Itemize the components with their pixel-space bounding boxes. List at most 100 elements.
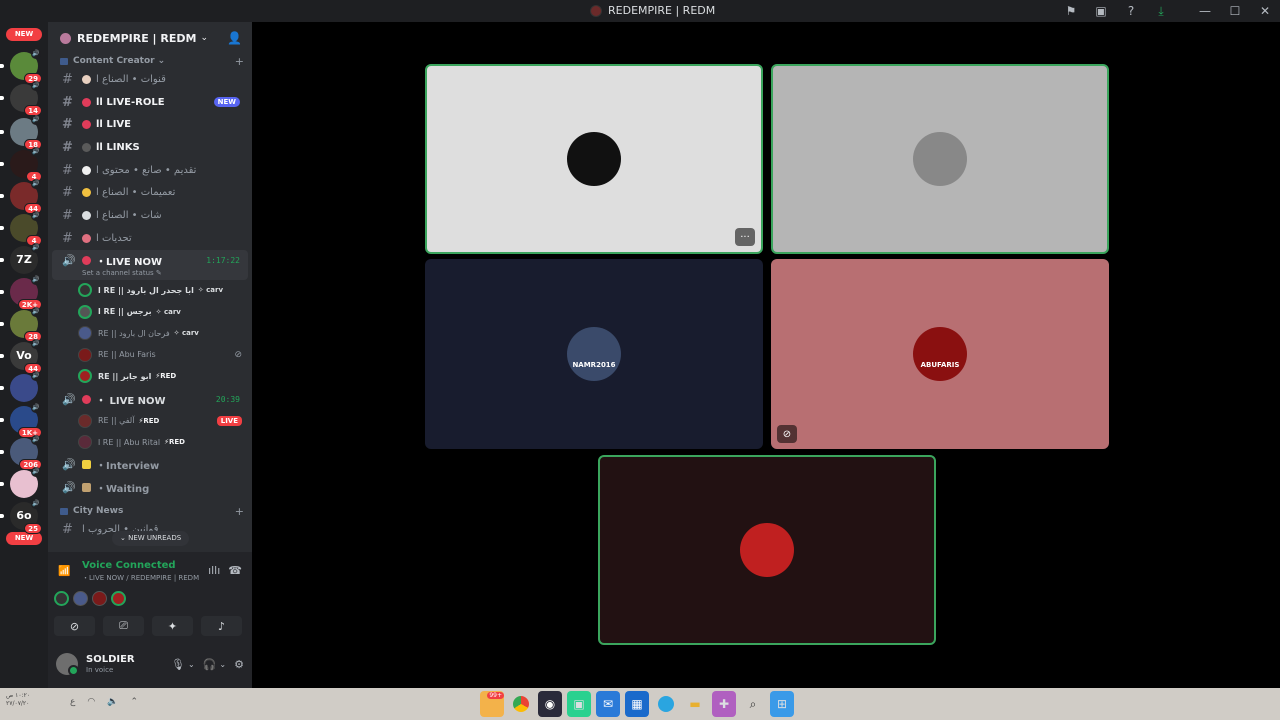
server-badge-icon <box>60 32 71 44</box>
more-options-icon[interactable]: ··· <box>735 228 755 246</box>
server-icon[interactable]: 7Z 🔊 <box>10 243 41 274</box>
app-icon-purple[interactable]: ✚ <box>712 691 736 717</box>
avatar[interactable] <box>73 591 88 606</box>
add-channel-icon[interactable]: + <box>235 505 244 518</box>
minimize-icon[interactable]: — <box>1190 0 1220 22</box>
voice-channel-label: ・LIVE NOW <box>96 256 163 268</box>
download-icon[interactable]: ⤓ <box>1146 0 1176 22</box>
volume-icon[interactable]: 🔈 <box>107 697 118 707</box>
server-icon[interactable]: 29 🔊 <box>10 49 42 84</box>
voice-channel-live-now-2[interactable]: 🔊 ・ LIVE NOW 20:39 <box>52 389 248 410</box>
voice-channel-live-now[interactable]: 🔊 ・LIVE NOW 1:17:22 Set a channel status… <box>52 249 248 280</box>
speaker-icon: 🔊 <box>62 253 76 267</box>
server-icon[interactable]: 4 🔊 <box>10 211 42 246</box>
noise-suppression-icon[interactable]: ıllı <box>208 564 220 577</box>
participant-tile[interactable] <box>598 455 936 645</box>
chevron-down-icon[interactable]: ⌄ <box>188 660 195 669</box>
channel-item[interactable]: # تعميمات • الصناع ا <box>52 181 248 204</box>
channel-item[interactable]: # اا LINKS <box>52 136 248 159</box>
participant-tile[interactable]: ··· <box>425 64 763 254</box>
language-icon[interactable]: ع <box>70 697 75 707</box>
calculator-icon[interactable]: ▦ <box>625 691 649 717</box>
gear-icon[interactable]: ⚙ <box>234 658 244 671</box>
voice-channel[interactable]: 🔊 ・Waiting <box>52 476 248 499</box>
channel-item[interactable]: # قنوات • الصناع ا <box>52 68 248 91</box>
participant-tile[interactable] <box>771 64 1109 254</box>
channel-status[interactable]: Set a channel status ✎ <box>82 269 240 277</box>
chevron-down-icon: ⌄ <box>200 33 208 43</box>
help-icon[interactable]: ? <box>1116 0 1146 22</box>
add-member-icon[interactable]: 👤 <box>227 31 242 45</box>
server-icon[interactable]: 206 🔊 <box>10 435 42 470</box>
add-channel-icon[interactable]: + <box>235 55 244 68</box>
server-icon[interactable]: 🔊 <box>10 467 41 498</box>
voice-connected-subtitle[interactable]: ・LIVE NOW / REDEMPIRE | REDM <box>82 573 200 583</box>
voice-user[interactable]: RE || آلفي ⚡RED LIVE <box>48 410 252 432</box>
inbox-icon[interactable]: ▣ <box>1086 0 1116 22</box>
maximize-icon[interactable]: ☐ <box>1220 0 1250 22</box>
participant-tile[interactable]: NAMR2016 <box>425 259 763 449</box>
server-name: REDEMPIRE | REDM <box>77 31 197 45</box>
channel-item[interactable]: # اا LIVE-ROLE NEW <box>52 91 248 114</box>
avatar[interactable] <box>111 591 126 606</box>
app-icon-green[interactable]: ▣ <box>567 691 591 717</box>
microphone-icon[interactable]: 🎙 <box>171 658 185 671</box>
chevron-down-icon[interactable]: ⌄ <box>219 660 226 669</box>
voice-user[interactable]: ا RE || Abu Rital ⚡RED <box>48 432 252 454</box>
search-icon[interactable]: ⌕ <box>741 691 765 717</box>
camera-off-button[interactable]: ⊘ <box>54 616 95 636</box>
folder-icon[interactable]: ▬ <box>683 691 707 717</box>
avatar[interactable] <box>92 591 107 606</box>
hash-icon: # <box>62 230 73 246</box>
server-icon[interactable]: 18 🔊 <box>10 115 42 150</box>
server-icon[interactable]: 44 🔊 <box>10 179 42 214</box>
channel-item[interactable]: # اا LIVE <box>52 113 248 136</box>
voice-user[interactable]: RE || ابو جابر ⚡RED <box>48 366 252 388</box>
category-header-city-news[interactable]: City News + <box>48 504 252 518</box>
voice-connected-title[interactable]: Voice Connected <box>82 560 200 571</box>
channel-item[interactable]: # شات • الصناع ا <box>52 204 248 227</box>
app-icon-chat[interactable]: 99+ <box>480 691 504 717</box>
channel-item[interactable]: # تحديات ا <box>52 227 248 250</box>
category-label: City News <box>73 506 124 517</box>
voice-user[interactable]: RE || Abu Faris ⊘ <box>48 344 252 366</box>
server-icon[interactable]: 🔊 <box>10 371 41 402</box>
channel-item[interactable]: # تقديم • صانع • محتوى ا <box>52 159 248 182</box>
clock[interactable]: ١٠:٢٠ ص ٢٧/٠٧/٢٠ <box>6 692 30 708</box>
signal-icon[interactable]: 📶 <box>58 566 72 577</box>
chevron-up-icon[interactable]: ⌃ <box>130 697 138 707</box>
participant-tile[interactable]: ABUFARIS ⊘ <box>771 259 1109 449</box>
server-icon[interactable]: 2K+ 🔊 <box>10 275 42 310</box>
server-icon[interactable]: 1K+ 🔊 <box>10 403 42 438</box>
soundboard-button[interactable]: ♪ <box>201 616 242 636</box>
server-icon[interactable]: 6o 25 🔊 <box>10 499 42 534</box>
server-icon[interactable]: 14 🔊 <box>10 81 42 116</box>
server-icon[interactable]: 28 🔊 <box>10 307 42 342</box>
terminal-icon[interactable]: ◉ <box>538 691 562 717</box>
voice-user[interactable]: RE || فرحان ال بارود ✧ carv <box>48 323 252 345</box>
disconnect-icon[interactable]: ☎ <box>228 564 242 577</box>
voice-user[interactable]: ا RE || برجس ✧ carv <box>48 301 252 323</box>
category-header[interactable]: Content Creator ⌄ + <box>48 54 252 68</box>
edge-icon[interactable] <box>654 691 678 717</box>
headphones-icon[interactable]: 🎧 <box>203 658 217 671</box>
windows-start-icon[interactable]: ⊞ <box>770 691 794 717</box>
wifi-icon[interactable]: ◠ <box>87 697 95 707</box>
new-pill-top[interactable]: NEW <box>6 28 42 41</box>
avatar[interactable] <box>54 591 69 606</box>
activities-button[interactable]: ✦ <box>152 616 193 636</box>
close-icon[interactable]: ✕ <box>1250 0 1280 22</box>
new-unreads-pill[interactable]: ⌄ NEW UNREADS <box>112 531 190 546</box>
username[interactable]: SOLDIER <box>86 654 135 665</box>
voice-channel[interactable]: 🔊 ・Interview <box>52 453 248 476</box>
server-header[interactable]: REDEMPIRE | REDM ⌄ 👤 <box>48 22 252 54</box>
avatar[interactable] <box>56 653 79 676</box>
unread-pill <box>0 162 4 166</box>
outlook-icon[interactable]: ✉ <box>596 691 620 717</box>
voice-user[interactable]: ا RE || ابا جحدر ال بارود ✧ carv <box>48 280 252 302</box>
chrome-icon[interactable] <box>509 691 533 717</box>
server-icon[interactable]: 4 🔊 <box>10 147 42 182</box>
server-icon[interactable]: Vo 44 🔊 <box>10 339 42 374</box>
screen-share-button[interactable]: ⎚ <box>103 616 144 636</box>
flag-icon[interactable]: ⚑ <box>1056 0 1086 22</box>
